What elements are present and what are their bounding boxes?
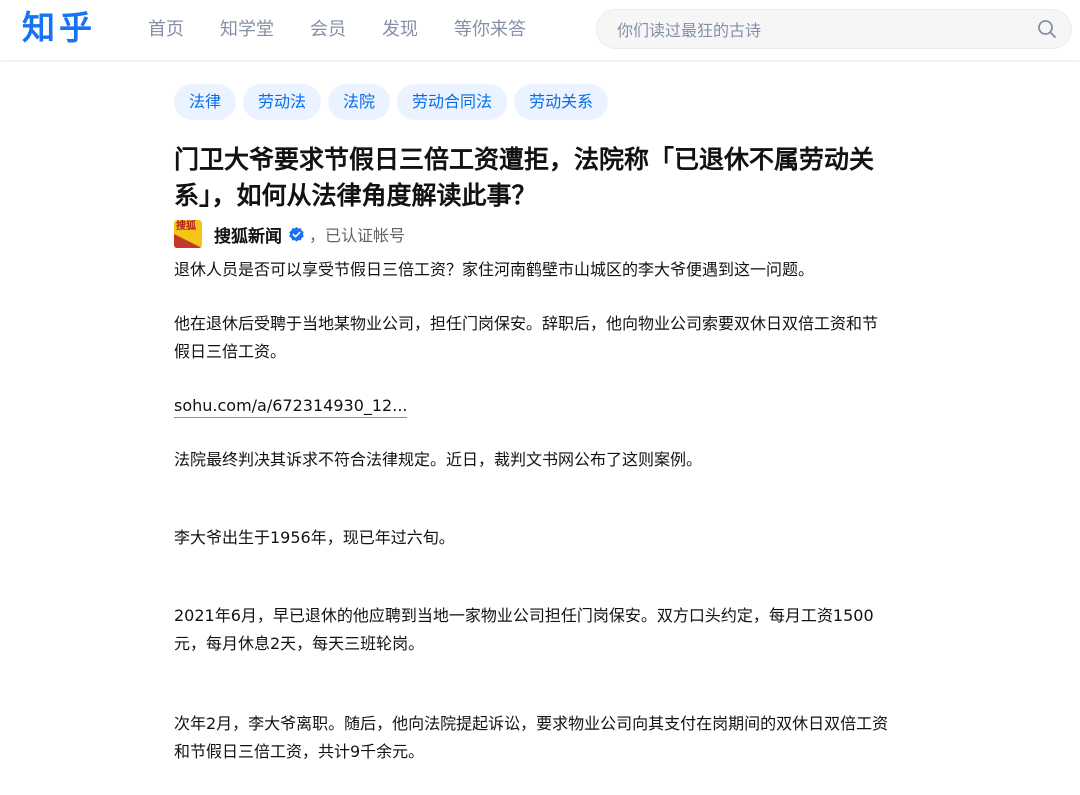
answer-paragraph-2-line1: 他在退休后受聘于当地某物业公司，担任门岗保安。辞职后，他向物业公司索要双休日双倍… xyxy=(174,314,879,333)
question-title-line1: 门卫大爷要求节假日三倍工资遭拒，法院称「已退休不属劳动关 xyxy=(174,145,875,174)
answer-paragraph-2: 他在退休后受聘于当地某物业公司，担任门岗保安。辞职后，他向物业公司索要双休日双倍… xyxy=(174,310,974,366)
nav-home[interactable]: 首页 xyxy=(148,0,184,60)
answer-paragraph-3: 法院最终判决其诉求不符合法律规定。近日，裁判文书网公布了这则案例。 xyxy=(174,450,703,469)
answer-paragraph-6: 次年2月，李大爷离职。随后，他向法院提起诉讼，要求物业公司向其支付在岗期间的双休… xyxy=(174,710,974,766)
nav-discover[interactable]: 发现 xyxy=(382,0,418,60)
topic-tags: 法律 劳动法 法院 劳动合同法 劳动关系 xyxy=(174,84,615,120)
answer-paragraph-5: 2021年6月，早已退休的他应聘到当地一家物业公司担任门岗保安。双方口头约定，每… xyxy=(174,602,974,658)
fox-logo-shape xyxy=(174,234,202,248)
author-name[interactable]: 搜狐新闻 xyxy=(214,222,282,247)
question-title[interactable]: 门卫大爷要求节假日三倍工资遭拒，法院称「已退休不属劳动关 系」，如何从法律角度解… xyxy=(174,142,934,214)
question-title-line2: 系」，如何从法律角度解读此事？ xyxy=(174,181,537,210)
tag-labor-relations[interactable]: 劳动关系 xyxy=(514,84,609,120)
answer-paragraph-5-line2: 元，每月休息2天，每天三班轮岗。 xyxy=(174,634,425,653)
verified-badge-icon xyxy=(289,226,304,242)
tag-labor-contract-law[interactable]: 劳动合同法 xyxy=(397,84,508,120)
search-box xyxy=(596,9,1072,50)
nav-waiting-answers[interactable]: 等你来答 xyxy=(454,0,526,60)
search-icon[interactable] xyxy=(1037,19,1057,39)
top-navigation-bar: 知乎 首页 知学堂 会员 发现 等你来答 xyxy=(0,0,1080,60)
tag-labor-law[interactable]: 劳动法 xyxy=(243,84,322,120)
answer-paragraph-2-line2: 假日三倍工资。 xyxy=(174,342,287,361)
nav-membership[interactable]: 会员 xyxy=(310,0,346,60)
tag-court[interactable]: 法院 xyxy=(328,84,391,120)
answer-paragraph-6-line2: 和节假日三倍工资，共计9千余元。 xyxy=(174,742,425,761)
avatar[interactable]: 搜狐 xyxy=(174,220,202,248)
answer-paragraph-1: 退休人员是否可以享受节假日三倍工资？家住河南鹤壁市山城区的李大爷便遇到这一问题。 xyxy=(174,260,815,279)
tag-law[interactable]: 法律 xyxy=(174,84,237,120)
search-input[interactable] xyxy=(615,10,1019,50)
answer-paragraph-5-line1: 2021年6月，早已退休的他应聘到当地一家物业公司担任门岗保安。双方口头约定，每… xyxy=(174,606,874,625)
main-nav: 首页 知学堂 会员 发现 等你来答 xyxy=(148,0,562,60)
answer-link-row: sohu.com/a/672314930_12... xyxy=(174,392,974,420)
nav-zhixuetang[interactable]: 知学堂 xyxy=(220,0,274,60)
zhihu-logo[interactable]: 知乎 xyxy=(22,6,96,50)
avatar-text: 搜狐 xyxy=(176,221,196,232)
answer-paragraph-4: 李大爷出生于1956年，现已年过六旬。 xyxy=(174,528,455,547)
author-info: 搜狐 搜狐新闻 ，已认证帐号 xyxy=(174,220,405,248)
author-description: ，已认证帐号 xyxy=(309,226,406,245)
source-link[interactable]: sohu.com/a/672314930_12... xyxy=(174,396,408,418)
answer-paragraph-6-line1: 次年2月，李大爷离职。随后，他向法院提起诉讼，要求物业公司向其支付在岗期间的双休… xyxy=(174,714,889,733)
